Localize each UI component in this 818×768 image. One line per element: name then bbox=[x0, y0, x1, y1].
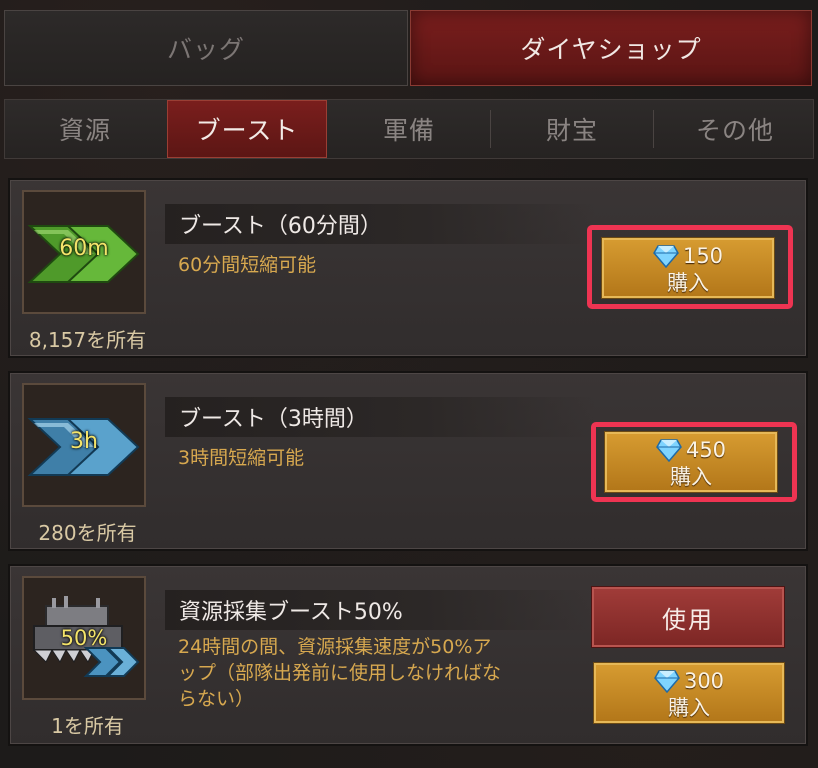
item-title: ブースト（3時間） bbox=[165, 397, 595, 437]
item-description-line: らない） bbox=[178, 688, 255, 710]
tab-boost[interactable]: ブースト bbox=[167, 100, 327, 158]
buy-label: 購入 bbox=[667, 271, 709, 295]
price-row: 300 bbox=[594, 666, 784, 696]
tab-treasure[interactable]: 財宝 bbox=[492, 100, 652, 158]
tab-diamond-shop[interactable]: ダイヤショップ bbox=[410, 10, 812, 86]
item-description: 60分間短縮可能 bbox=[178, 254, 317, 276]
item-icon-label: 50% bbox=[60, 626, 108, 650]
item-icon-label: 3h bbox=[70, 429, 98, 454]
item-icon-frame: 50% bbox=[22, 576, 146, 700]
buy-button[interactable]: 150 購入 bbox=[601, 237, 775, 299]
price-row: 450 bbox=[605, 435, 777, 465]
category-tab-bar: 資源 ブースト 軍備 財宝 その他 bbox=[4, 99, 814, 159]
buy-button[interactable]: 300 購入 bbox=[593, 662, 785, 724]
price-row: 150 bbox=[602, 241, 774, 271]
buy-label: 購入 bbox=[668, 696, 710, 720]
diamond-icon bbox=[653, 245, 679, 268]
shop-item-gathering-boost: 50% 1を所有 資源採集ブースト50% 24時間の間、資源採集速度が50%ア … bbox=[8, 564, 808, 746]
tab-armament[interactable]: 軍備 bbox=[329, 100, 489, 158]
item-icon-frame: 3h bbox=[22, 383, 146, 507]
item-title: ブースト（60分間） bbox=[165, 204, 595, 244]
shop-item-boost-3h: 3h 280を所有 ブースト（3時間） 3時間短縮可能 450 購入 bbox=[8, 371, 808, 551]
diamond-icon bbox=[656, 439, 682, 462]
owned-count: 1を所有 bbox=[51, 714, 124, 738]
diamond-shop-page: バッグ ダイヤショップ 資源 ブースト 軍備 財宝 その他 60m 8,157を… bbox=[0, 0, 818, 768]
tab-resources[interactable]: 資源 bbox=[5, 100, 165, 158]
tab-other[interactable]: その他 bbox=[655, 100, 815, 158]
buy-label: 購入 bbox=[670, 465, 712, 489]
owned-count: 8,157を所有 bbox=[28, 328, 147, 352]
item-icon-label: 60m bbox=[59, 236, 109, 261]
tab-divider bbox=[653, 110, 654, 148]
tab-bag[interactable]: バッグ bbox=[4, 10, 408, 86]
tab-divider bbox=[490, 110, 491, 148]
item-description-line: 24時間の間、資源採集速度が50%ア bbox=[178, 636, 492, 658]
use-button[interactable]: 使用 bbox=[591, 586, 785, 648]
buy-button[interactable]: 450 購入 bbox=[604, 431, 778, 493]
item-description-line: ップ（部隊出発前に使用しなければな bbox=[178, 662, 502, 684]
item-description: 24時間の間、資源採集速度が50%ア ップ（部隊出発前に使用しなければな らない… bbox=[178, 634, 501, 712]
shop-item-boost-60m: 60m 8,157を所有 ブースト（60分間） 60分間短縮可能 150 購入 bbox=[8, 178, 808, 358]
item-description: 3時間短縮可能 bbox=[178, 447, 305, 469]
price-value: 450 bbox=[685, 438, 727, 462]
price-value: 300 bbox=[683, 669, 725, 693]
diamond-icon bbox=[654, 670, 680, 693]
item-title: 資源採集ブースト50% bbox=[165, 590, 595, 630]
price-value: 150 bbox=[682, 244, 724, 268]
item-icon-frame: 60m bbox=[22, 190, 146, 314]
owned-count: 280を所有 bbox=[38, 521, 137, 545]
